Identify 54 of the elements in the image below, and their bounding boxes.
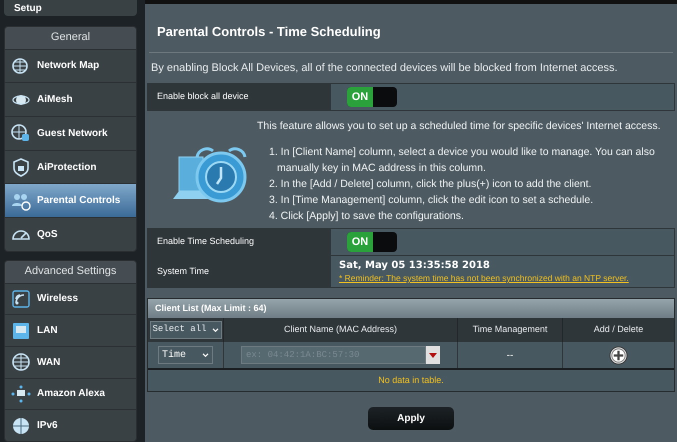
sidebar-item[interactable]: Network Map (5, 48, 136, 82)
chevron-down-icon (212, 328, 218, 332)
table-title: Client List (Max Limit : 64) (148, 299, 674, 318)
sidebar-item[interactable]: WAN (5, 346, 136, 378)
dropdown-arrow-button[interactable] (426, 346, 440, 364)
globe-icon (11, 352, 31, 372)
section-title: Advanced Settings (5, 260, 136, 282)
reminder-text: * Reminder: The system time has not been synchronized with an NTP server. (339, 272, 630, 284)
step-text: 4. Click [Apply] to save the configurations. (269, 208, 465, 224)
globe-icon (11, 56, 31, 76)
globe-icon (11, 123, 31, 144)
item-label: IPv6 (37, 419, 58, 434)
item-label: Parental Controls (37, 194, 120, 208)
column-header: Add / Delete (592, 323, 644, 336)
sidebar-item[interactable]: IPv6 (5, 409, 136, 441)
plus-button[interactable] (609, 346, 628, 364)
item-label: Network Map (37, 59, 100, 74)
time-management-value: -- (458, 342, 563, 368)
select-dropdown[interactable]: Select all (150, 321, 222, 339)
apply-button[interactable]: Apply (368, 407, 454, 430)
setting-label: Enable Time Scheduling (148, 229, 331, 255)
chevron-down-icon (202, 352, 209, 358)
item-label: LAN (37, 324, 58, 338)
mode-dropdown[interactable]: Time (158, 346, 213, 364)
shield-lock-icon (11, 157, 31, 178)
empty-table-message: No data in table. (148, 370, 674, 391)
sidebar-item[interactable]: QoS (5, 217, 136, 251)
setting-label: System Time (148, 256, 331, 287)
item-label: Guest Network (37, 126, 108, 141)
step-text: 1. In [Client Name] column, select a device you would like to manage. You can also manually key in MAC address in this column. (269, 144, 656, 176)
item-label: WAN (37, 356, 60, 370)
globe-icon (11, 416, 31, 436)
item-label: Wireless (37, 292, 78, 306)
monitor-icon (11, 320, 31, 341)
setting-label: Enable block all device (148, 84, 331, 110)
item-label: QoS (37, 228, 58, 242)
sidebar-item[interactable]: LAN (5, 314, 136, 346)
system-time-value: Sat, May 05 13:35:58 2018 (339, 259, 491, 272)
sidebar-item[interactable]: Setup (4, 0, 137, 16)
sidebar-item[interactable]: Wireless (5, 282, 136, 314)
sidebar-item[interactable]: AiMesh (5, 82, 136, 116)
sidebar-item[interactable]: Amazon Alexa (5, 378, 136, 410)
step-text: 2. In the [Add / Delete] column, click the plus(+) icon to add the client. (269, 176, 592, 192)
section-title: General (5, 26, 136, 49)
sidebar-item[interactable]: Guest Network (5, 116, 136, 150)
item-label: AiProtection (37, 160, 96, 175)
intro-text: This feature allows you to set up a scheduled time for specific devices' Internet access. (257, 119, 662, 134)
sidebar-item[interactable]: Parental Controls (5, 183, 136, 218)
page-title: Parental Controls - Time Scheduling (149, 4, 673, 52)
item-label: Amazon Alexa (37, 387, 105, 402)
item-label: AiMesh (37, 93, 73, 108)
description-text: By enabling Block All Devices, all of the connected devices will be blocked from Internet access. (150, 60, 619, 76)
device-icon (11, 384, 31, 404)
step-text: 3. In [Time Management] column, click the edit icon to set a schedule. (269, 192, 594, 208)
